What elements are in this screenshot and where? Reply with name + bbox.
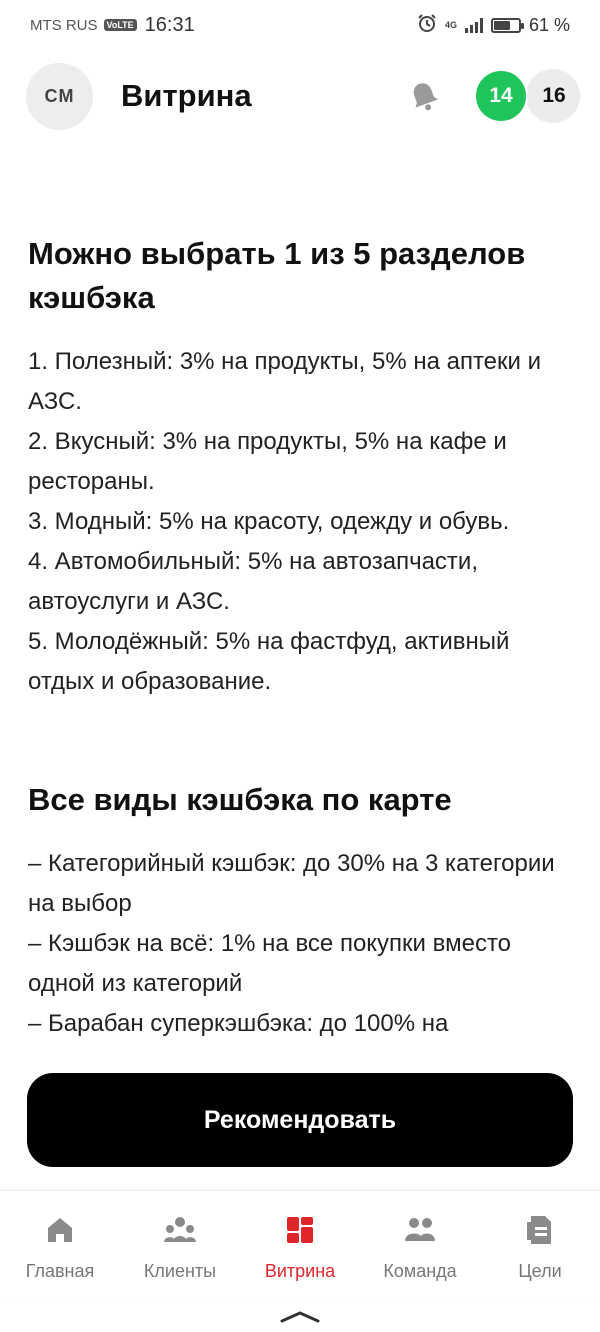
battery-percent: 61 % (528, 14, 570, 35)
nav-item-home[interactable]: Главная (0, 1191, 120, 1300)
bottom-nav: Главная Клиенты Витрина Команда Цели (0, 1190, 600, 1300)
goals-icon (523, 1213, 557, 1247)
section-title: Все виды кэшбэка по карте (28, 782, 452, 817)
cashback-sections-block: Можно выбрать 1 из 5 разделов кэшбэка 1.… (28, 232, 574, 702)
list-item: 2. Вкусный: 3% на продукты, 5% на кафе и… (28, 428, 507, 495)
team-icon (403, 1213, 437, 1247)
network-type: 4G (444, 20, 457, 30)
page-title: Витрина (121, 78, 252, 113)
chevron-up-icon (280, 1311, 320, 1323)
status-time: 16:31 (144, 13, 195, 36)
list-item: 4. Автомобильный: 5% на автозапчасти, ав… (28, 548, 478, 615)
app-header: CM Витрина 16 14 (26, 62, 580, 130)
battery-icon (490, 17, 524, 33)
carrier-name: MTS RUS (30, 16, 98, 34)
cashback-types-list: – Категорийный кэшбэк: до 30% на 3 катег… (28, 844, 574, 1044)
clients-icon (163, 1213, 197, 1247)
main-content: Можно выбрать 1 из 5 разделов кэшбэка 1.… (28, 232, 574, 1044)
nav-item-goals[interactable]: Цели (480, 1191, 600, 1300)
counters[interactable]: 16 14 (474, 69, 580, 123)
status-left: MTS RUS VoLTE 16:31 (30, 14, 195, 37)
counter-gray[interactable]: 16 (526, 69, 580, 123)
alarm-icon (417, 13, 437, 38)
nav-label: Клиенты (143, 1261, 217, 1281)
cashback-sections-list: 1. Полезный: 3% на продукты, 5% на аптек… (28, 342, 574, 702)
section-title: Можно выбрать 1 из 5 разделов кэшбэка (28, 236, 526, 315)
nav-label: Команда (383, 1261, 457, 1281)
avatar[interactable]: CM (26, 62, 93, 130)
showcase-icon (283, 1213, 317, 1247)
nav-label: Главная (25, 1261, 95, 1281)
home-icon (43, 1213, 77, 1247)
nav-label: Цели (518, 1261, 562, 1281)
list-item: – Барабан суперкэшбэка: до 100% на (28, 1010, 449, 1037)
recommend-button[interactable]: Рекомендовать (27, 1073, 573, 1167)
status-bar: MTS RUS VoLTE 16:31 4G 61 % (0, 0, 600, 50)
nav-label: Витрина (264, 1261, 336, 1281)
signal-icon (464, 17, 483, 33)
list-item: – Категорийный кэшбэк: до 30% на 3 катег… (28, 850, 555, 917)
list-item: – Кэшбэк на всё: 1% на все покупки вмест… (28, 930, 512, 997)
list-item: 3. Модный: 5% на красоту, одежду и обувь… (28, 508, 510, 535)
list-item: 5. Молодёжный: 5% на фастфуд, активный о… (28, 628, 510, 695)
status-right: 4G 61 % (417, 13, 570, 38)
cashback-types-block: Все виды кэшбэка по карте – Категорийный… (28, 778, 574, 1044)
nav-item-showcase[interactable]: Витрина (240, 1191, 360, 1300)
list-item: 1. Полезный: 3% на продукты, 5% на аптек… (28, 348, 541, 415)
header-actions: 16 14 (404, 69, 580, 123)
counter-green[interactable]: 14 (474, 69, 528, 123)
nav-item-team[interactable]: Команда (360, 1191, 480, 1300)
nav-item-clients[interactable]: Клиенты (120, 1191, 240, 1300)
notifications-bell-icon[interactable] (404, 76, 444, 116)
battery-fill (493, 20, 510, 30)
volte-badge: VoLTE (103, 19, 137, 31)
gesture-bar[interactable] (0, 1300, 600, 1332)
